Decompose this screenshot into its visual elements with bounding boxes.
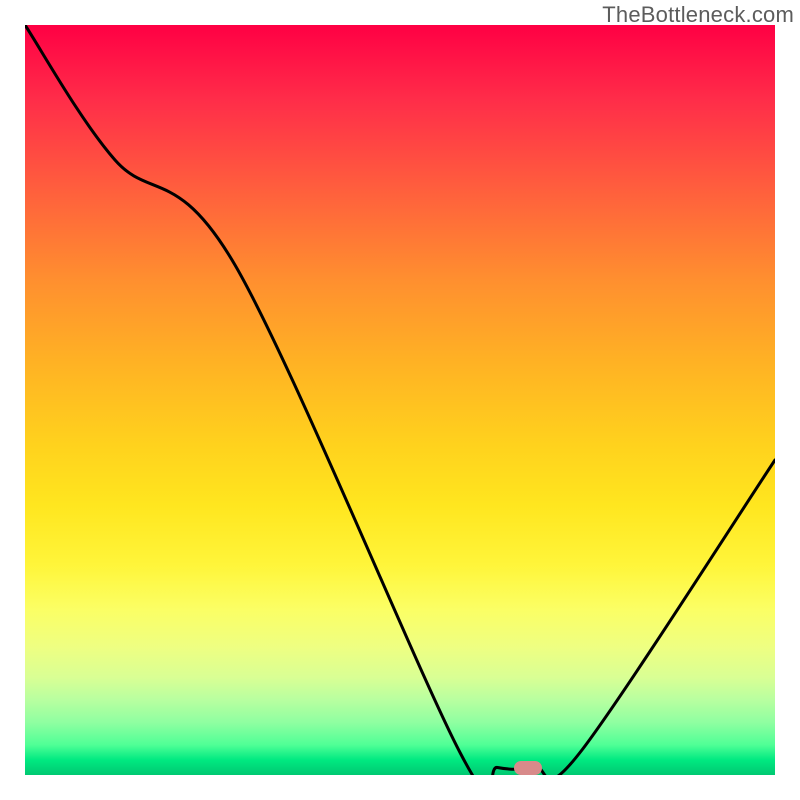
watermark-text: TheBottleneck.com	[602, 2, 794, 28]
optimal-point-marker	[514, 761, 542, 775]
plot-border	[775, 0, 800, 800]
plot-border	[0, 775, 800, 800]
bottleneck-chart	[0, 0, 800, 800]
bottleneck-curve-path	[25, 25, 775, 793]
chart-curve-layer	[0, 0, 800, 800]
plot-border	[0, 0, 25, 800]
